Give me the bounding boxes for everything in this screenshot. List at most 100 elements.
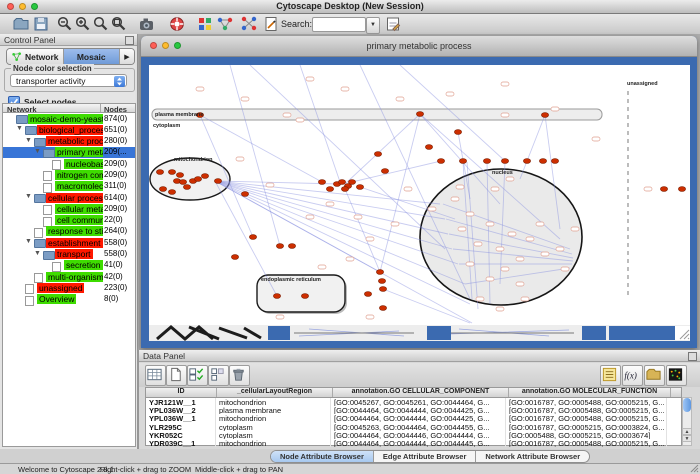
graph-node[interactable] [249, 235, 256, 240]
tab-network[interactable]: Network [7, 49, 64, 64]
graph-minor-node[interactable] [521, 297, 529, 301]
graph-minor-node[interactable] [486, 222, 494, 226]
graph-node[interactable] [276, 244, 283, 249]
open-icon[interactable] [12, 15, 30, 33]
graph-node[interactable] [318, 180, 325, 185]
table-row[interactable]: YPL036W__2plasma membrane[GO:0044464, GO… [146, 406, 681, 414]
tree-item-primary-metabo[interactable]: ▼primary metabo209(... [3, 147, 135, 158]
graph-minor-node[interactable] [592, 137, 600, 141]
zoom-selected-icon[interactable] [92, 15, 110, 33]
graph-minor-node[interactable] [266, 183, 274, 187]
unselect-attributes-button[interactable] [208, 365, 229, 386]
graph-minor-node[interactable] [501, 113, 509, 117]
minimize-window-button[interactable] [19, 3, 26, 10]
graph-node[interactable] [501, 159, 508, 164]
graph-node[interactable] [288, 244, 295, 249]
network-window-titlebar[interactable]: primary metabolic process [141, 36, 697, 57]
graph-minor-node[interactable] [551, 107, 559, 111]
graph-minor-node[interactable] [326, 202, 334, 206]
tab-node-attribute-browser[interactable]: Node Attribute Browser [271, 451, 374, 462]
import-list-button[interactable] [600, 365, 621, 386]
new-attribute-button[interactable] [166, 365, 187, 386]
graph-minor-node[interactable] [466, 212, 474, 216]
graph-minor-node[interactable] [474, 242, 482, 246]
graph-node[interactable] [381, 169, 388, 174]
graph-node[interactable] [551, 159, 558, 164]
graph-node[interactable] [156, 170, 163, 175]
save-icon[interactable] [32, 15, 50, 33]
graph-node[interactable] [176, 173, 183, 178]
open-folder-button[interactable] [644, 365, 665, 386]
zoom-out-icon[interactable] [56, 15, 74, 33]
graph-edge[interactable] [300, 65, 340, 182]
graph-edge[interactable] [352, 161, 441, 182]
tree-item-nitrogen-compo[interactable]: nitrogen compo209(0) [3, 169, 135, 180]
graph-minor-node[interactable] [486, 277, 494, 281]
graph-minor-node[interactable] [491, 187, 499, 191]
expand-arrow-icon[interactable]: ▼ [16, 125, 23, 132]
graph-minor-node[interactable] [506, 177, 514, 181]
graph-node[interactable] [376, 270, 383, 275]
graph-node[interactable] [459, 159, 466, 164]
search-dropdown-button[interactable]: ▼ [366, 17, 380, 34]
graph-minor-node[interactable] [644, 187, 652, 191]
graph-node[interactable] [379, 287, 386, 292]
tree-item-establishment-of-lo[interactable]: ▼establishment of lo558(0) [3, 237, 135, 248]
expand-arrow-icon[interactable]: ▼ [25, 137, 32, 144]
graph-minor-node[interactable] [396, 97, 404, 101]
edit-search-icon[interactable] [384, 15, 402, 33]
graph-node[interactable] [168, 190, 175, 195]
graph-minor-node[interactable] [196, 87, 204, 91]
table-row[interactable]: YJR121W__1mitochondrion[GO:0045267, GO:0… [146, 398, 681, 406]
tree-item-cellular-process[interactable]: ▼cellular process614(0) [3, 192, 135, 203]
graph-node[interactable] [374, 152, 381, 157]
tab-edge-attribute-browser[interactable]: Edge Attribute Browser [374, 451, 476, 462]
tree-item-mosaic-demo-yeast[interactable]: mosaic-demo-yeast874(0) [3, 113, 135, 124]
window-resize-grip[interactable] [675, 326, 690, 340]
graph-minor-node[interactable] [451, 197, 459, 201]
tree-item-cell-communicat[interactable]: cell communicat22(0) [3, 215, 135, 226]
net-minimize-button[interactable] [162, 42, 169, 49]
graph-node[interactable] [194, 177, 201, 182]
table-row[interactable]: YDR039C__1mitochondrion[GO:0044464, GO:0… [146, 439, 681, 447]
tab-network-attribute-browser[interactable]: Network Attribute Browser [476, 451, 589, 462]
graph-node[interactable] [326, 187, 333, 192]
background-window-edge[interactable] [582, 326, 606, 340]
graph-minor-node[interactable] [236, 157, 244, 161]
float-panel-icon[interactable] [125, 36, 134, 45]
graph-node[interactable] [379, 306, 386, 311]
more-tabs-button[interactable]: ▶ [120, 49, 134, 64]
graph-minor-node[interactable] [501, 82, 509, 86]
tree-item-nucleobase-[interactable]: nucleobase-209(0) [3, 158, 135, 169]
layout-a-icon[interactable] [216, 15, 234, 33]
graph-node[interactable] [437, 159, 444, 164]
graph-node[interactable] [168, 170, 175, 175]
help-icon[interactable] [168, 15, 186, 33]
column-header[interactable]: _cellularLayoutRegion [217, 388, 333, 397]
graph-node[interactable] [454, 130, 461, 135]
search-input[interactable] [312, 17, 366, 32]
background-window-edge[interactable] [427, 326, 451, 340]
graph-node[interactable] [523, 159, 530, 164]
background-window-edge[interactable] [268, 326, 290, 340]
graph-node[interactable] [214, 179, 221, 184]
graph-minor-node[interactable] [516, 282, 524, 286]
column-header[interactable]: annotation.GO MOLECULAR_FUNCTION [509, 388, 671, 397]
graph-minor-node[interactable] [341, 87, 349, 91]
graph-minor-node[interactable] [496, 307, 504, 311]
expand-arrow-icon[interactable]: ▼ [34, 148, 41, 155]
snapshot-icon[interactable] [138, 15, 156, 33]
graph-node[interactable] [159, 187, 166, 192]
tree-item-overview[interactable]: Overview8(0) [3, 294, 135, 305]
column-header[interactable]: ID [146, 388, 217, 397]
tree-item-metabolic-process[interactable]: ▼metabolic process280(0) [3, 136, 135, 147]
column-header[interactable]: annotation.GO CELLULAR_COMPONENT [333, 388, 509, 397]
tree-item-unassigned[interactable]: unassigned223(0) [3, 282, 135, 293]
graph-minor-node[interactable] [306, 77, 314, 81]
graph-svg[interactable]: plasma membranecytoplasmmitochondrionnuc… [149, 65, 690, 325]
graph-node[interactable] [201, 174, 208, 179]
table-row[interactable]: YLR295Ccytoplasm[GO:0045263, GO:0044464,… [146, 423, 681, 431]
graph-minor-node[interactable] [241, 97, 249, 101]
graph-minor-node[interactable] [366, 315, 374, 319]
graph-node[interactable] [541, 113, 548, 118]
